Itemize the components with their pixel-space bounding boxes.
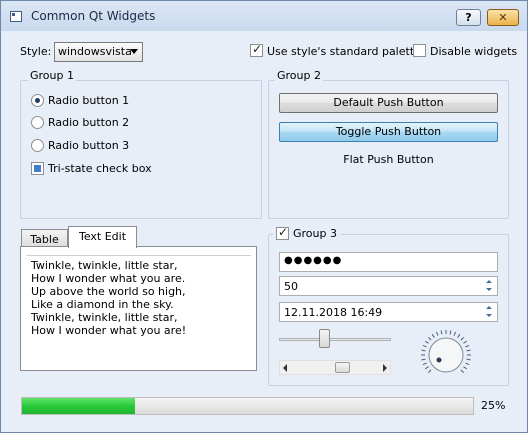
- text-edit-top-border: [26, 255, 251, 256]
- default-push-button[interactable]: Default Push Button: [279, 93, 498, 113]
- disable-widgets-label: Disable widgets: [430, 45, 518, 58]
- chevron-up-icon[interactable]: [483, 304, 496, 312]
- dial-tick: [460, 369, 465, 374]
- dial-tick: [427, 336, 432, 341]
- slider-groove[interactable]: [279, 338, 391, 341]
- main-window: Common Qt Widgets ? ✕ Style: windowsvist…: [0, 0, 528, 433]
- tab-text-edit[interactable]: Text Edit: [68, 226, 137, 248]
- dial-tick: [463, 366, 468, 370]
- dial-tick: [427, 369, 432, 374]
- flat-push-button[interactable]: Flat Push Button: [279, 151, 498, 169]
- slider-handle[interactable]: [319, 329, 330, 348]
- text-line-6: How I wonder what you are!: [31, 324, 187, 337]
- tristate-checkbox-label: Tri-state check box: [48, 162, 152, 175]
- dial-tick: [424, 340, 429, 344]
- text-line-2: How I wonder what you are.: [31, 272, 186, 285]
- progress-bar: [21, 397, 474, 415]
- dial-tick: [466, 358, 471, 361]
- dial-tick: [422, 362, 427, 366]
- dial-tick: [421, 349, 426, 352]
- text-line-1: Twinkle, twinkle, little star,: [31, 259, 178, 272]
- dial-knob[interactable]: [428, 337, 464, 373]
- chevron-up-icon[interactable]: [483, 278, 496, 286]
- dial-indicator: [436, 357, 442, 363]
- progress-label: 25%: [481, 399, 506, 412]
- toggle-push-button[interactable]: Toggle Push Button: [279, 122, 498, 142]
- text-line-3: Up above the world so high,: [31, 285, 186, 298]
- dial-tick: [435, 331, 439, 336]
- radio-button-2[interactable]: [31, 116, 44, 129]
- radio-button-1-label: Radio button 1: [48, 94, 130, 107]
- horizontal-scrollbar[interactable]: [279, 360, 391, 375]
- app-window-icon: [10, 11, 22, 22]
- group-1-title: Group 1: [28, 69, 76, 83]
- scrollbar-handle[interactable]: [335, 362, 350, 373]
- dial-tick: [465, 344, 470, 348]
- dial-tick: [449, 330, 452, 335]
- datetime-value: 12.11.2018 16:49: [284, 306, 383, 319]
- style-combobox[interactable]: windowsvista: [54, 42, 143, 62]
- chevron-down-icon: [130, 49, 138, 54]
- dial-tick: [440, 330, 443, 335]
- progress-bar-fill: [22, 398, 135, 414]
- dial-tick: [424, 366, 429, 370]
- dial-tick: [460, 336, 465, 341]
- spin-box-buttons[interactable]: [483, 278, 496, 294]
- tristate-checkbox[interactable]: [31, 162, 44, 175]
- help-button[interactable]: ?: [456, 9, 481, 26]
- password-field[interactable]: ●●●●●●: [279, 252, 498, 272]
- radio-button-2-label: Radio button 2: [48, 116, 130, 129]
- chevron-down-icon[interactable]: [483, 312, 496, 320]
- spin-box-value: 50: [284, 280, 298, 293]
- password-value: ●●●●●●: [284, 255, 343, 266]
- window-title: Common Qt Widgets: [31, 9, 156, 23]
- group-3-checkbox[interactable]: [276, 225, 289, 240]
- title-bar[interactable]: Common Qt Widgets ? ✕: [1, 1, 527, 31]
- dial-tick: [421, 358, 426, 361]
- radio-button-3[interactable]: [31, 139, 44, 152]
- datetime-buttons[interactable]: [483, 304, 496, 320]
- dial-tick: [431, 333, 435, 338]
- radio-button-1[interactable]: [31, 94, 44, 107]
- radio-button-3-label: Radio button 3: [48, 139, 130, 152]
- dial-tick: [422, 344, 427, 348]
- spin-box[interactable]: 50: [279, 276, 498, 296]
- text-edit-area[interactable]: Twinkle, twinkle, little star, How I won…: [20, 246, 257, 371]
- text-line-5: Twinkle, twinkle, little star,: [31, 311, 178, 324]
- dial-tick: [463, 340, 468, 344]
- datetime-edit[interactable]: 12.11.2018 16:49: [279, 302, 498, 322]
- chevron-down-icon[interactable]: [483, 286, 496, 294]
- dial-tick: [457, 333, 461, 338]
- group-3-title: Group 3: [293, 227, 337, 240]
- text-line-4: Like a diamond in the sky.: [31, 298, 174, 311]
- scroll-right-arrow-icon[interactable]: [383, 364, 387, 372]
- scroll-left-arrow-icon[interactable]: [283, 364, 287, 372]
- dial-tick: [453, 331, 457, 336]
- dial-tick: [466, 349, 471, 352]
- style-combobox-value: windowsvista: [58, 45, 132, 58]
- standard-palette-label: Use style's standard palette: [267, 45, 421, 58]
- disable-widgets-checkbox[interactable]: [413, 44, 426, 57]
- dial[interactable]: [419, 328, 473, 382]
- style-label: Style:: [20, 45, 52, 58]
- close-button[interactable]: ✕: [487, 9, 519, 26]
- group-2-title: Group 2: [275, 69, 323, 83]
- dial-tick: [465, 362, 470, 366]
- standard-palette-checkbox[interactable]: [250, 42, 263, 57]
